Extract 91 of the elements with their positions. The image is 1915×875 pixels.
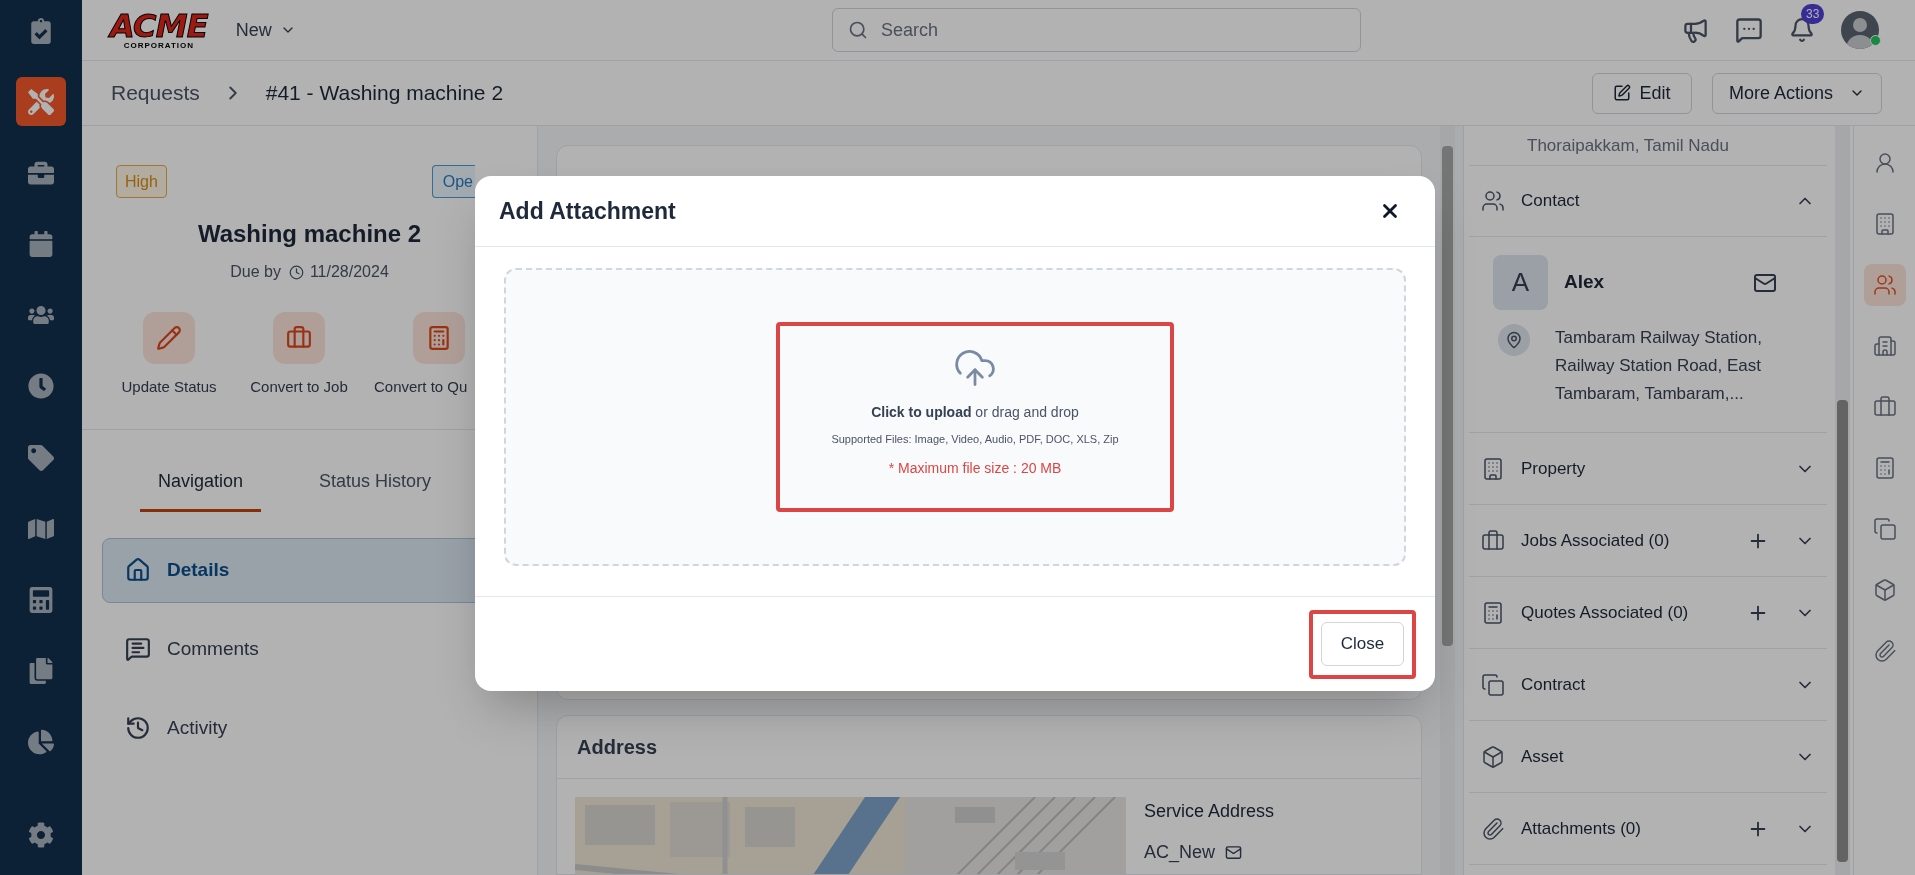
clipboard-check-icon: [28, 17, 54, 44]
scrollbar[interactable]: [1440, 126, 1455, 875]
users-icon: [1872, 273, 1897, 297]
edit-button[interactable]: Edit: [1592, 72, 1692, 114]
calendar-icon: [28, 231, 54, 258]
section-header[interactable]: Quotes Associated (0): [1469, 577, 1827, 648]
bell-icon[interactable]: [1789, 17, 1815, 43]
search-icon: [848, 20, 868, 40]
supported-files: Supported Files: Image, Video, Audio, PDF, DOC, XLS, Zip: [831, 432, 1119, 447]
chat-icon[interactable]: [1735, 16, 1763, 44]
due-date: 11/28/2024: [309, 262, 389, 282]
settings-icon: [28, 822, 54, 849]
comment-icon: [125, 636, 151, 662]
pie-chart-icon: [28, 729, 54, 756]
section-title: Jobs Associated (0): [1521, 529, 1670, 552]
briefcase-icon: [1481, 528, 1505, 553]
due-label: Due by: [230, 262, 281, 282]
section-title: Contact: [1521, 190, 1580, 213]
pencil-icon: [156, 325, 182, 351]
section-title: Asset: [1521, 745, 1564, 768]
briefcase-icon: [1872, 395, 1897, 419]
contact-address: Tambaram Railway Station, Railway Station Road, East Tambaram, Tambaram,...: [1555, 327, 1763, 405]
breadcrumb-current: #41 - Washing machine 2: [265, 80, 504, 107]
modal-title: Add Attachment: [499, 196, 676, 226]
tag-icon: [28, 444, 54, 471]
section-title: Contract: [1521, 673, 1586, 696]
section-header[interactable]: Jobs Associated (0): [1469, 505, 1827, 576]
calculator-icon: [28, 586, 54, 613]
calculator-icon: [1481, 600, 1505, 625]
upload-instruction: Click to upload or drag and drop: [871, 403, 1079, 422]
tab[interactable]: Navigation: [140, 467, 262, 512]
copy-icon: [1872, 517, 1897, 541]
mail-icon[interactable]: [1225, 844, 1243, 861]
contact-name: Alex: [1564, 270, 1605, 295]
clock-icon: [288, 264, 304, 280]
calculator-icon: [426, 325, 452, 351]
nav-item[interactable]: Comments: [102, 616, 542, 682]
breadcrumb-link[interactable]: Requests: [111, 77, 200, 109]
paperclip-icon: [1872, 639, 1897, 663]
tab[interactable]: Status History: [301, 467, 450, 512]
paperclip-icon: [1481, 816, 1505, 841]
briefcase-icon: [28, 159, 54, 186]
search-field[interactable]: Search: [832, 8, 1361, 52]
copy-icon: [1481, 672, 1505, 697]
briefcase-icon: [286, 325, 312, 351]
users-icon: [1481, 189, 1505, 213]
building-icon: [1481, 456, 1505, 481]
more-actions-button[interactable]: More Actions: [1712, 72, 1882, 114]
home-icon: [125, 557, 151, 583]
action-label: Convert to Job: [250, 377, 348, 397]
service-address-label: Service Address: [1144, 800, 1275, 823]
section-header[interactable]: Property: [1469, 433, 1827, 504]
address-text: Thoraipakkam, Tamil Nadu: [1527, 134, 1729, 157]
action-label: Update Status: [121, 377, 217, 397]
action-button[interactable]: [413, 312, 465, 364]
location-icon: [1498, 324, 1530, 356]
section-title: Quotes Associated (0): [1521, 601, 1689, 624]
request-title: Washing machine 2: [196, 219, 423, 249]
box-icon: [1481, 744, 1505, 769]
notification-badge: 33: [1801, 4, 1825, 24]
status-tag: Ope: [431, 165, 475, 198]
history-icon: [125, 715, 151, 741]
section-title: Property: [1521, 457, 1586, 480]
tools-icon: [28, 88, 54, 115]
section-header[interactable]: Attachments (0): [1469, 793, 1827, 864]
section-header[interactable]: Contract: [1469, 649, 1827, 720]
megaphone-icon[interactable]: [1682, 16, 1709, 44]
buildings-icon: [1872, 334, 1897, 358]
action-label: Convert to Qu: [374, 377, 468, 397]
edit-icon: [1613, 84, 1632, 102]
logo[interactable]: ACME CORPORATION: [110, 10, 208, 50]
card-title: Address: [577, 735, 658, 760]
clock-icon: [28, 373, 54, 400]
close-button[interactable]: Close: [1321, 622, 1404, 666]
section-header[interactable]: Asset: [1469, 721, 1827, 792]
section-title: Attachments (0): [1521, 817, 1641, 840]
files-icon: [28, 658, 54, 685]
priority-tag: High: [116, 165, 167, 198]
avatar[interactable]: [1841, 11, 1879, 49]
rail-item[interactable]: [1863, 264, 1906, 306]
action-button[interactable]: [143, 312, 195, 364]
action-button[interactable]: [273, 312, 325, 364]
max-size-note: * Maximum file size : 20 MB: [888, 458, 1062, 478]
section-header[interactable]: Contact: [1469, 166, 1827, 237]
service-address-name: AC_New: [1144, 841, 1216, 865]
scrollbar[interactable]: [1835, 126, 1850, 875]
box-icon: [1872, 578, 1897, 602]
sidebar-item[interactable]: [16, 77, 66, 127]
new-menu-button[interactable]: New: [235, 16, 296, 44]
contact-initial: A: [1493, 255, 1548, 310]
dropzone[interactable]: Click to upload or drag and drop Supported Files: Image, Video, Audio, PDF, DOC, XLS, Zip * Maximum file size : 20 MB: [504, 268, 1406, 566]
